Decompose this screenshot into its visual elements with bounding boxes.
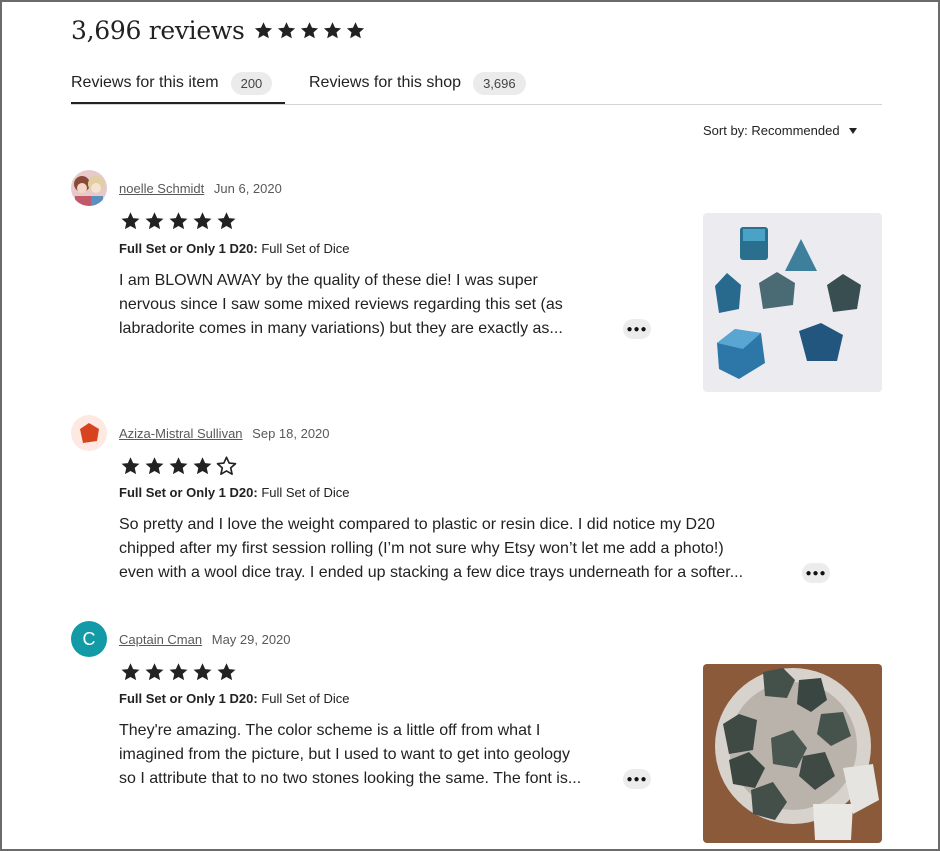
star-icon [254,22,272,39]
star-icon [145,212,164,230]
reviews-panel: 3,696 reviews Reviews for this item 200 … [0,0,940,851]
dice-case-photo-image [703,664,882,843]
review-text-line: even with a wool dice tray. I ended up s… [119,564,744,581]
review-date: May 29, 2020 [211,632,291,647]
star-icon [121,663,140,681]
reviewer-name-link[interactable]: Aziza-Mistral Sullivan [119,426,243,441]
review-text-line: I am BLOWN AWAY by the quality of these … [119,272,538,289]
variation-value: Full Set of Dice [261,241,350,256]
star-outline-icon [216,456,237,475]
avatar[interactable]: C [71,621,107,657]
star-icon [193,212,212,230]
star-icon [169,663,188,681]
reviews-header: 3,696 reviews [71,16,366,45]
review-rating-stars [119,455,238,477]
reviews-count-title: 3,696 reviews [71,16,245,45]
read-more-button[interactable]: ●●● [623,319,651,339]
tab-count-badge: 200 [230,71,273,95]
read-more-button[interactable]: ●●● [802,563,830,583]
tab-count-badge: 3,696 [473,71,526,95]
variation-label: Full Set or Only 1 D20: [119,485,258,500]
star-icon [145,663,164,681]
star-icon [169,457,188,475]
star-icon [217,663,236,681]
review-date: Sep 18, 2020 [252,426,330,441]
review-text-line: chipped after my first session rolling (… [119,540,724,557]
review-text-line: They're amazing. The color scheme is a l… [119,722,541,739]
review-tabs: Reviews for this item 200 Reviews for th… [71,64,882,105]
variation-value: Full Set of Dice [261,485,350,500]
variation-value: Full Set of Dice [261,691,350,706]
star-icon [169,212,188,230]
review-photo[interactable] [703,213,882,392]
star-icon [121,212,140,230]
review-meta: Captain Cman May 29, 2020 [119,632,291,647]
review-rating-stars [119,661,238,683]
review-variation: Full Set or Only 1 D20: Full Set of Dice [119,485,349,500]
tab-reviews-for-item[interactable]: Reviews for this item 200 [71,64,285,104]
review-variation: Full Set or Only 1 D20: Full Set of Dice [119,241,349,256]
review-text: So pretty and I love the weight compared… [119,513,743,585]
review-rating-stars [119,210,238,232]
avatar[interactable] [71,170,107,206]
star-icon [217,212,236,230]
review-text-line: labradorite comes in many variations) bu… [119,320,563,337]
sort-label: Sort by: [703,123,748,138]
star-icon [193,457,212,475]
reviewer-name-link[interactable]: Captain Cman [119,632,202,647]
caret-down-icon [848,127,857,134]
review-text-line: So pretty and I love the weight compared… [119,516,715,533]
review-photo[interactable] [703,664,882,843]
star-icon [300,22,318,39]
tab-reviews-for-shop[interactable]: Reviews for this shop 3,696 [309,64,526,102]
review-text: They're amazing. The color scheme is a l… [119,719,581,791]
star-icon [323,22,341,39]
overall-rating-stars [253,20,366,41]
review-meta: Aziza-Mistral Sullivan Sep 18, 2020 [119,426,330,441]
review-date: Jun 6, 2020 [213,181,282,196]
dice-photo-image [703,213,882,392]
read-more-button[interactable]: ●●● [623,769,651,789]
review-text-line: imagined from the picture, but I used to… [119,746,570,763]
reviewer-name-link[interactable]: noelle Schmidt [119,181,204,196]
variation-label: Full Set or Only 1 D20: [119,241,258,256]
tab-label: Reviews for this shop [309,74,462,91]
sort-dropdown[interactable]: Sort by: Recommended [703,123,857,138]
avatar-letter: C [82,628,96,649]
review-text-line: nervous since I saw some mixed reviews r… [119,296,563,313]
tab-label: Reviews for this item [71,74,219,91]
avatar[interactable] [71,415,107,451]
review-text: I am BLOWN AWAY by the quality of these … [119,269,563,341]
review-text-line: so I attribute that to no two stones loo… [119,770,582,787]
review-variation: Full Set or Only 1 D20: Full Set of Dice [119,691,349,706]
variation-label: Full Set or Only 1 D20: [119,691,258,706]
star-icon [277,22,295,39]
star-icon [193,663,212,681]
star-icon [346,22,364,39]
star-icon [145,457,164,475]
sort-value: Recommended [751,123,840,138]
avatar-image [71,170,107,206]
pentagon-avatar-icon [80,423,99,443]
review-meta: noelle Schmidt Jun 6, 2020 [119,181,282,196]
star-icon [121,457,140,475]
